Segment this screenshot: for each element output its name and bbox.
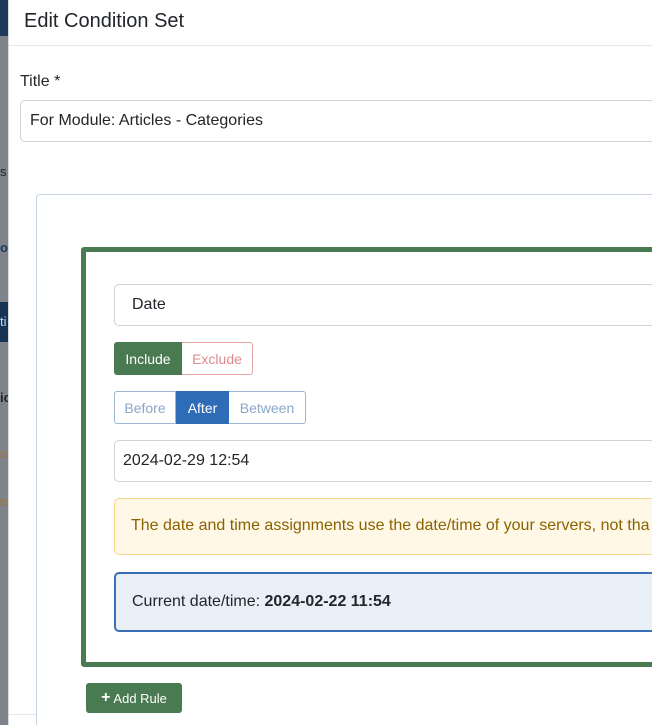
modal-header: Edit Condition Set [9,0,652,46]
date-input[interactable] [114,440,652,482]
timezone-warning: The date and time assignments use the da… [114,498,652,555]
title-label: Title * [20,73,61,90]
title-input[interactable] [20,100,652,142]
current-datetime-value: 2024-02-22 11:54 [264,593,391,610]
include-exclude-toggle: Include Exclude [114,342,253,375]
modal-title: Edit Condition Set [24,10,185,32]
include-button[interactable]: Include [114,342,182,375]
add-rule-label: Add Rule [113,690,167,706]
current-datetime-info: Current date/time: 2024-02-22 11:54 [114,572,652,632]
condition-type-select[interactable]: Date [114,284,652,326]
warning-text: The date and time assignments use the da… [131,517,650,534]
current-datetime-label: Current date/time: [132,593,265,610]
exclude-button[interactable]: Exclude [182,342,253,375]
before-button[interactable]: Before [114,391,176,424]
after-button[interactable]: After [176,391,229,424]
between-button[interactable]: Between [229,391,306,424]
comparison-toggle: Before After Between [114,391,306,424]
plus-icon: + [101,689,111,706]
add-rule-button[interactable]: + Add Rule [86,683,182,713]
